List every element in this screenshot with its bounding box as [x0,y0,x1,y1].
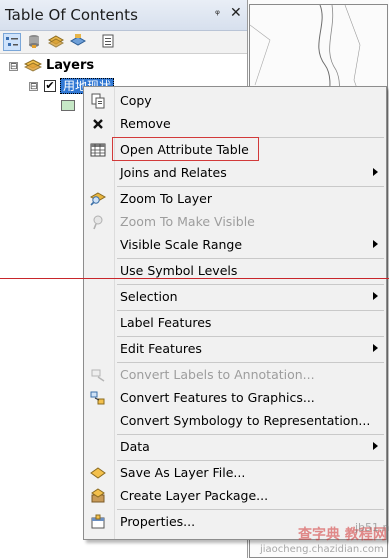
menu-item-label: Edit Features [120,341,202,356]
menu-item-label-features[interactable]: Label Features [84,312,386,334]
annotation-line [0,278,389,279]
menu-item-label: Label Features [120,315,212,330]
menu-item-data[interactable]: Data [84,436,386,458]
watermark-site: jb51.net [355,521,389,534]
layer-visibility-checkbox[interactable]: ✔ [44,80,56,92]
minus-icon: ⊟ [30,82,38,92]
menu-item-label: Convert Labels to Annotation... [120,367,315,382]
menu-separator [117,258,384,259]
convert-labels-icon [90,367,106,383]
menu-item-zoom-to-layer[interactable]: Zoom To Layer [84,188,386,210]
menu-item-create-layer-package[interactable]: Create Layer Package... [84,485,386,507]
menu-item-joins-and-relates[interactable]: Joins and Relates [84,162,386,184]
menu-item-save-as-layer-file[interactable]: Save As Layer File... [84,462,386,484]
menu-item-label: Properties... [120,514,196,529]
list-by-drawing-order-icon[interactable] [3,33,21,51]
list-by-source-icon[interactable] [26,33,44,51]
menu-item-label: Use Symbol Levels [120,263,238,278]
collapse-layers-toggle[interactable]: ⊟ [9,62,18,72]
submenu-arrow-icon [373,292,378,300]
menu-separator [117,336,384,337]
collapse-layer-toggle[interactable]: ⊟ [29,82,38,92]
menu-item-label: Convert Features to Graphics... [120,390,315,405]
toc-title-bar: Table Of Contents ᵠ ✕ [0,0,247,31]
menu-item-label: Joins and Relates [120,165,227,180]
menu-item-label: Create Layer Package... [120,488,269,503]
submenu-arrow-icon [373,344,378,352]
menu-item-convert-labels-to-annotation[interactable]: Convert Labels to Annotation... [84,364,386,386]
toc-toolbar [0,31,247,54]
layers-label[interactable]: Layers [46,58,94,73]
menu-item-label: Data [120,439,150,454]
pin-icon[interactable]: ᵠ [215,7,220,21]
menu-item-edit-features[interactable]: Edit Features [84,338,386,360]
zoom-to-layer-icon [89,191,107,207]
submenu-arrow-icon [373,240,378,248]
minus-icon: ⊟ [10,62,18,72]
menu-item-copy[interactable]: Copy [84,90,386,112]
menu-separator [117,460,384,461]
menu-item-label: Zoom To Layer [120,191,212,206]
convert-features-icon [90,390,106,406]
menu-separator [117,310,384,311]
layers-icon [23,59,43,76]
watermark-url: jiaocheng.chazidian.com [260,544,384,555]
copy-icon [90,93,106,109]
menu-item-label: Copy [120,93,152,108]
attribute-table-icon [90,142,106,158]
menu-separator [117,362,384,363]
submenu-arrow-icon [373,442,378,450]
layer-symbol-swatch[interactable] [61,100,75,111]
menu-item-selection[interactable]: Selection [84,286,386,308]
layer-package-icon [90,488,106,504]
menu-separator [117,284,384,285]
open-attribute-table-highlight [112,137,259,161]
menu-item-convert-symbology-to-representation[interactable]: Convert Symbology to Representation... [84,410,386,432]
menu-item-visible-scale-range[interactable]: Visible Scale Range [84,234,386,256]
menu-item-label: Save As Layer File... [120,465,246,480]
menu-item-label: Remove [120,116,171,131]
menu-item-label: Visible Scale Range [120,237,243,252]
list-by-visibility-icon[interactable] [47,33,66,51]
menu-separator [117,434,384,435]
menu-item-zoom-to-make-visible[interactable]: Zoom To Make Visible [84,211,386,233]
list-by-selection-icon[interactable] [69,33,88,51]
properties-icon [90,514,106,530]
menu-separator [117,186,384,187]
toc-title: Table Of Contents [5,6,138,24]
menu-item-label: Convert Symbology to Representation... [120,413,371,428]
menu-item-label: Zoom To Make Visible [120,214,255,229]
close-icon[interactable]: ✕ [230,5,242,21]
menu-item-label: Selection [120,289,178,304]
menu-item-convert-features-to-graphics[interactable]: Convert Features to Graphics... [84,387,386,409]
menu-separator [117,509,384,510]
menu-item-remove[interactable]: Remove [84,113,386,135]
options-icon[interactable] [100,33,118,51]
save-layer-file-icon [90,465,106,481]
zoom-make-visible-icon [90,214,106,230]
submenu-arrow-icon [373,168,378,176]
remove-icon [90,116,106,132]
